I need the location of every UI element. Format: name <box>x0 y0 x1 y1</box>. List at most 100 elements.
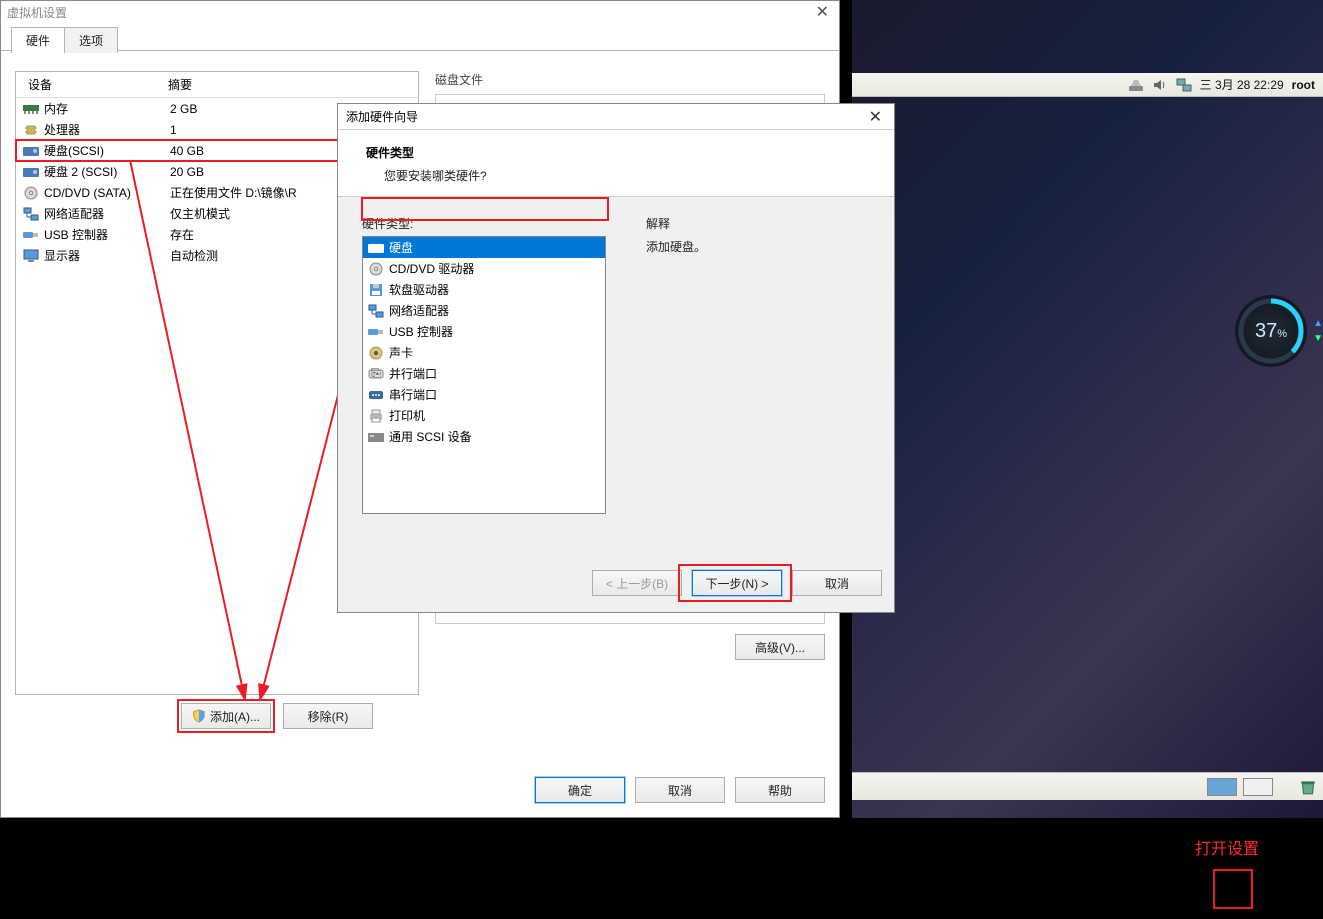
cd-icon <box>367 261 385 277</box>
hardware-type-item[interactable]: CD/DVD 驱动器 <box>363 258 605 279</box>
explain-label: 解释 <box>646 215 706 232</box>
help-button[interactable]: 帮助 <box>735 777 825 803</box>
sound-icon <box>367 345 385 361</box>
device-name: 内存 <box>44 100 170 117</box>
scsi-icon <box>367 429 385 445</box>
wizard-header-title: 硬件类型 <box>366 144 874 161</box>
network-tray-icon <box>1176 77 1192 93</box>
explain-text: 添加硬盘。 <box>646 238 706 255</box>
disk-icon <box>22 164 40 180</box>
hardware-type-label: 通用 SCSI 设备 <box>389 428 472 445</box>
disk-tray-icon <box>1128 77 1144 93</box>
device-name: 网络适配器 <box>44 205 170 222</box>
hardware-list-label: 硬件类型: <box>362 215 606 232</box>
add-hardware-wizard: 添加硬件向导 ✕ 硬件类型 您要安装哪类硬件? 硬件类型: 硬盘 CD/DVD 驱… <box>337 103 895 613</box>
device-name: USB 控制器 <box>44 226 170 243</box>
device-summary: 2 GB <box>170 102 197 116</box>
hardware-type-label: 串行端口 <box>389 386 437 403</box>
datetime-label: 三 3月 28 22:29 <box>1200 76 1284 93</box>
disk-file-label: 磁盘文件 <box>435 71 825 88</box>
parallel-port-icon: ⎘ <box>367 366 385 382</box>
device-summary: 仅主机模式 <box>170 205 230 222</box>
network-icon <box>367 303 385 319</box>
cancel-button[interactable]: 取消 <box>635 777 725 803</box>
cpu-icon <box>22 122 40 138</box>
usb-icon <box>367 324 385 340</box>
hardware-type-item[interactable]: 打印机 <box>363 405 605 426</box>
volume-icon <box>1152 77 1168 93</box>
hardware-type-item[interactable]: 软盘驱动器 <box>363 279 605 300</box>
close-button[interactable]: ✕ <box>812 2 833 22</box>
trash-icon[interactable] <box>1299 778 1317 796</box>
annotation-box <box>1213 869 1253 909</box>
progress-widget: 37% ▲ ▼ <box>1235 295 1307 367</box>
hardware-type-label: 打印机 <box>389 407 425 424</box>
vm-bottombar <box>852 772 1323 800</box>
down-arrow-icon: ▼ <box>1313 333 1323 344</box>
tab-hardware[interactable]: 硬件 <box>11 27 65 53</box>
usb-icon <box>22 227 40 243</box>
network-icon <box>22 206 40 222</box>
hardware-type-label: USB 控制器 <box>389 323 453 340</box>
hardware-type-item[interactable]: ⎘ 并行端口 <box>363 363 605 384</box>
vm-desktop: 三 3月 28 22:29 root <box>852 0 1323 818</box>
device-summary: 1 <box>170 123 177 137</box>
next-button[interactable]: 下一步(N) > <box>692 570 782 596</box>
workspace-2[interactable] <box>1243 778 1273 796</box>
disk-icon <box>22 143 40 159</box>
disk-icon <box>367 240 385 256</box>
hardware-type-item[interactable]: 通用 SCSI 设备 <box>363 426 605 447</box>
hardware-type-item[interactable]: 声卡 <box>363 342 605 363</box>
user-label: root <box>1292 78 1315 92</box>
progress-value: 37 <box>1255 320 1277 342</box>
display-icon <box>22 248 40 264</box>
svg-text:⎘: ⎘ <box>371 368 381 380</box>
hardware-type-label: 并行端口 <box>389 365 437 382</box>
add-button[interactable]: 添加(A)... <box>181 703 271 729</box>
device-summary: 存在 <box>170 226 194 243</box>
hardware-type-item[interactable]: USB 控制器 <box>363 321 605 342</box>
progress-unit: % <box>1277 328 1287 340</box>
open-settings-label: 打开设置 <box>1195 835 1259 859</box>
hardware-type-label: 硬盘 <box>389 239 413 256</box>
serial-port-icon <box>367 387 385 403</box>
back-button[interactable]: < 上一步(B) <box>592 570 682 596</box>
hardware-type-item[interactable]: 串行端口 <box>363 384 605 405</box>
cd-icon <box>22 185 40 201</box>
col-device: 设备 <box>16 76 166 93</box>
advanced-button[interactable]: 高级(V)... <box>735 634 825 660</box>
wizard-close-button[interactable]: ✕ <box>865 107 886 127</box>
wizard-titlebar: 添加硬件向导 ✕ <box>338 104 894 130</box>
col-summary: 摘要 <box>166 76 418 93</box>
titlebar: 虚拟机设置 ✕ <box>1 1 839 23</box>
hardware-type-item[interactable]: 网络适配器 <box>363 300 605 321</box>
wizard-cancel-button[interactable]: 取消 <box>792 570 882 596</box>
remove-button[interactable]: 移除(R) <box>283 703 373 729</box>
device-name: 硬盘(SCSI) <box>44 142 170 159</box>
device-summary: 20 GB <box>170 165 204 179</box>
device-summary: 自动检测 <box>170 247 218 264</box>
wizard-header-sub: 您要安装哪类硬件? <box>366 167 874 184</box>
vm-topbar: 三 3月 28 22:29 root <box>852 73 1323 97</box>
hardware-type-label: 声卡 <box>389 344 413 361</box>
hardware-type-label: 网络适配器 <box>389 302 449 319</box>
hardware-type-item[interactable]: 硬盘 <box>363 237 605 258</box>
floppy-icon <box>367 282 385 298</box>
printer-icon <box>367 408 385 424</box>
device-summary: 正在使用文件 D:\镜像\R <box>170 184 297 201</box>
add-button-label: 添加(A)... <box>210 708 260 725</box>
workspace-1[interactable] <box>1207 778 1237 796</box>
up-arrow-icon: ▲ <box>1313 318 1323 329</box>
device-summary: 40 GB <box>170 144 204 158</box>
shield-icon <box>192 709 206 723</box>
window-title: 虚拟机设置 <box>7 4 67 21</box>
ok-button[interactable]: 确定 <box>535 777 625 803</box>
tab-options[interactable]: 选项 <box>64 27 118 53</box>
device-name: CD/DVD (SATA) <box>44 186 170 200</box>
device-name: 显示器 <box>44 247 170 264</box>
wizard-title: 添加硬件向导 <box>346 108 418 125</box>
hardware-type-label: CD/DVD 驱动器 <box>389 260 474 277</box>
hardware-type-list[interactable]: 硬盘 CD/DVD 驱动器软盘驱动器网络适配器 USB 控制器声卡 ⎘ 并行端口串行端口… <box>362 236 606 514</box>
hardware-type-label: 软盘驱动器 <box>389 281 449 298</box>
wizard-header: 硬件类型 您要安装哪类硬件? <box>338 130 894 197</box>
